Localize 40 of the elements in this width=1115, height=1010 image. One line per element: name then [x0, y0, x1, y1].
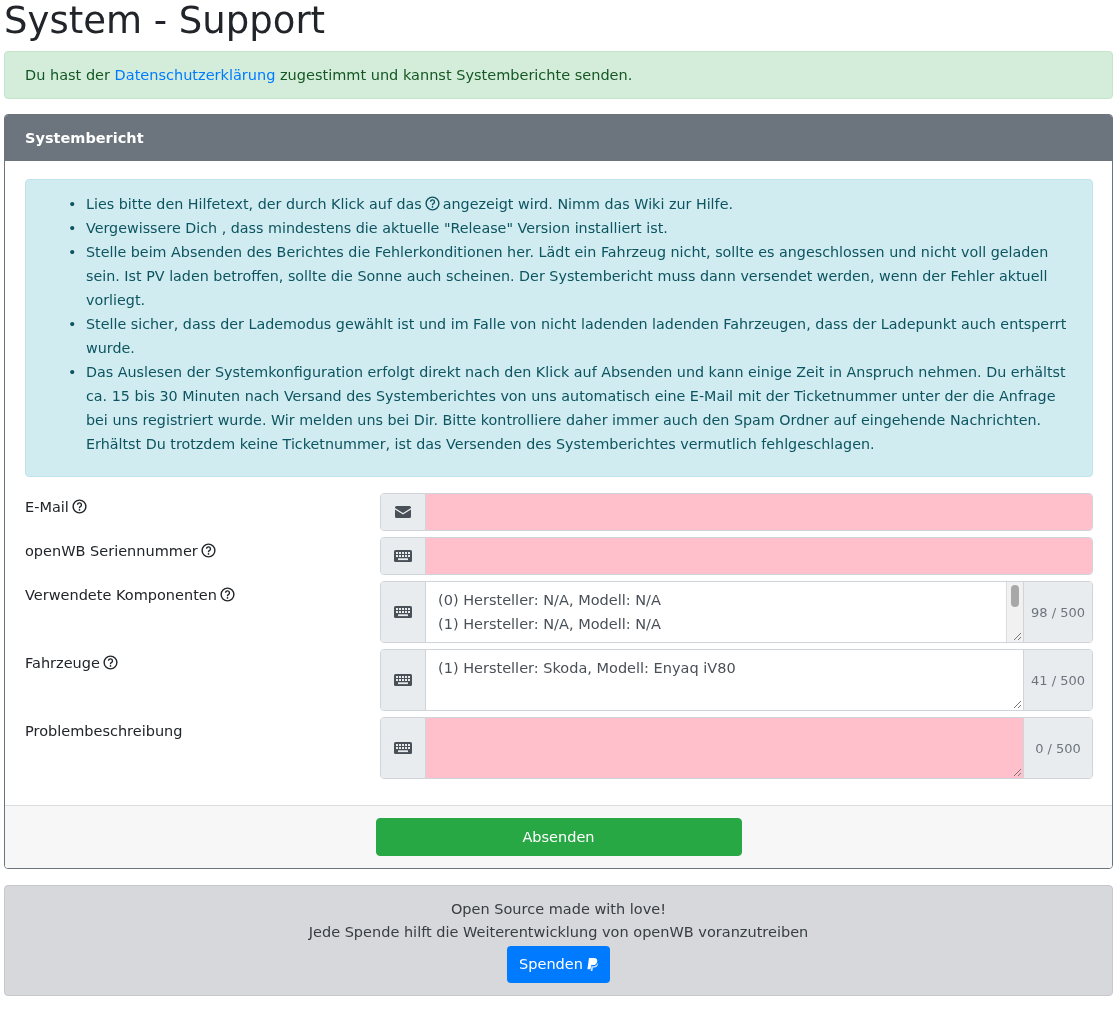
instruction-text: Stelle beim Absenden des Berichtes die Fehlerkonditionen her. Lädt ein Fahrzeug nicht, sollte es angeschlossen und nicht voll geladen sein. Ist PV laden betroffen, sollte die Sonne auch scheinen. Der Systembericht muss dann versendet werden, wenn der Fehler aktuell vorliegt. — [86, 244, 1049, 308]
help-icon[interactable] — [424, 196, 440, 211]
keyboard-icon — [394, 606, 412, 618]
bullet-point: • — [68, 363, 76, 382]
help-icon[interactable] — [219, 587, 235, 602]
card-header: Systembericht — [5, 115, 1112, 161]
character-counter: 41 / 500 — [1031, 672, 1085, 688]
instruction-text: Das Auslesen der Systemkonfiguration erfolgt direkt nach den Klick auf Absenden und kann einige Zeit in Anspruch nehmen. Du erhältst ca. 15 bis 30 Minuten nach Versand des Systemberichtes von uns automatisch eine E-Mail mit der Ticketnummer unter der die Anfrage bei uns registriert wurde. Wir melden uns bei Dir. Bitte kontrolliere daher immer auch den Spam Ordner auf eingehende Nachrichten. Erhältst Du trotzdem keine Ticketnummer, ist das Versenden des Systemberichtes vermutlich fehlgeschlagen. — [86, 364, 1066, 452]
character-counter: 98 / 500 — [1031, 604, 1085, 620]
bullet-point: • — [68, 315, 76, 334]
instruction-text: Lies bitte den Hilfetext, der durch Klick auf das — [86, 196, 422, 212]
help-icon[interactable] — [102, 655, 118, 670]
submit-button[interactable]: Absenden — [375, 818, 742, 856]
paypal-icon — [586, 958, 598, 971]
help-icon[interactable] — [71, 499, 87, 514]
character-counter: 0 / 500 — [1035, 740, 1081, 756]
donate-button[interactable]: Spenden — [507, 946, 610, 983]
resize-grip-icon[interactable] — [1013, 632, 1021, 640]
keyboard-icon — [394, 742, 412, 754]
resize-grip-icon[interactable] — [1013, 700, 1021, 708]
instruction-text: Vergewissere Dich , dass mindestens die aktuelle "Release" Version installiert ist. — [86, 220, 668, 236]
help-icon[interactable] — [200, 543, 216, 558]
field-label: openWB Seriennummer — [25, 543, 198, 559]
instruction-text: angezeigt wird. Nimm das Wiki zur Hilfe. — [442, 196, 733, 212]
bullet-point: • — [68, 243, 76, 262]
field-label: Fahrzeuge — [25, 655, 100, 671]
page-title: System - Support — [4, 0, 327, 42]
footer-text: Open Source made with love! — [450, 900, 667, 919]
field-label: Verwendete Komponenten — [25, 587, 217, 603]
bullet-point: • — [68, 195, 76, 214]
scrollbar[interactable] — [1006, 582, 1023, 642]
keyboard-icon — [394, 674, 412, 686]
instruction-text: Stelle sicher, dass der Lademodus gewählt ist und im Falle von nicht ladenden ladenden Fahrzeugen, dass der Ladepunkt auch entsperrt wurde. — [86, 316, 1067, 356]
field-label: E-Mail — [25, 499, 69, 515]
field-label: Problembeschreibung — [25, 723, 183, 739]
bullet-point: • — [68, 219, 76, 238]
consent-alert: Du hast der Datenschutzerklärung zugestimmt und kannst Systemberichte senden. — [4, 51, 1113, 99]
resize-grip-icon[interactable] — [1013, 768, 1021, 776]
privacy-policy-link[interactable]: Datenschutzerklärung — [114, 67, 276, 83]
footer-text: Jede Spende hilft die Weiterentwicklung von openWB voranzutreiben — [308, 923, 809, 942]
